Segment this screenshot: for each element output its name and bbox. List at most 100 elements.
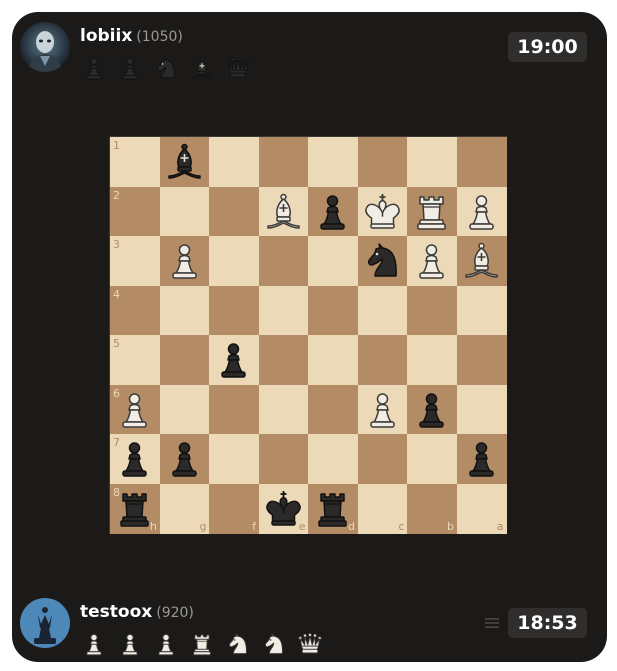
board-square[interactable]: 3 xyxy=(110,236,160,286)
file-label: f xyxy=(252,519,256,533)
top-player-bar: lobiix (1050) 19:00 xyxy=(12,18,607,88)
rank-label: 2 xyxy=(113,188,120,202)
board-square[interactable] xyxy=(456,335,507,385)
board-square[interactable] xyxy=(258,236,309,286)
white-rook-piece[interactable] xyxy=(409,189,454,234)
bottom-player-avatar[interactable] xyxy=(20,598,70,648)
bottom-player-name[interactable]: testoox xyxy=(80,602,152,622)
board-square[interactable] xyxy=(308,285,358,336)
white-king-piece[interactable] xyxy=(360,189,405,234)
game-panel: lobiix (1050) 19:00 12345678hgfedcba tes… xyxy=(12,12,607,662)
white-pawn-piece[interactable] xyxy=(409,238,454,283)
file-label: g xyxy=(199,519,207,533)
board-square[interactable]: f xyxy=(209,483,259,534)
board-square[interactable]: c xyxy=(357,483,408,534)
board-square[interactable] xyxy=(159,335,210,385)
board-square[interactable] xyxy=(209,285,259,336)
board-square[interactable] xyxy=(407,434,457,484)
board-square[interactable] xyxy=(258,434,309,484)
board-square[interactable] xyxy=(357,285,408,336)
captured-black-bishop-icon xyxy=(188,54,216,82)
captured-black-knight-icon xyxy=(152,54,180,82)
top-player-avatar[interactable] xyxy=(20,22,70,72)
board-square[interactable]: a xyxy=(456,483,507,534)
robot-avatar-icon xyxy=(20,22,70,72)
board-square[interactable] xyxy=(308,236,358,286)
black-bishop-piece[interactable] xyxy=(162,139,207,184)
bottom-player-clock: 18:53 xyxy=(508,608,587,638)
rank-label: 3 xyxy=(113,238,120,251)
captured-black-pawn-icon xyxy=(80,54,108,82)
board-square[interactable]: 4 xyxy=(110,285,160,336)
captured-black-queen-icon xyxy=(224,54,252,82)
black-king-piece[interactable] xyxy=(261,486,306,531)
white-pawn-piece[interactable] xyxy=(162,238,207,283)
captured-white-pawn-icon xyxy=(116,630,144,658)
bottom-player-rating: (920) xyxy=(156,605,194,621)
board-square[interactable]: b xyxy=(407,483,457,534)
board-square[interactable] xyxy=(159,285,210,336)
black-rook-piece[interactable] xyxy=(112,486,157,531)
board-square[interactable] xyxy=(258,335,309,385)
black-pawn-piece[interactable] xyxy=(409,387,454,432)
rank-label: 4 xyxy=(113,287,120,301)
bottom-player-captured-pieces xyxy=(80,630,324,658)
captured-white-rook-icon xyxy=(188,630,216,658)
board-square[interactable] xyxy=(357,434,408,484)
board-square[interactable] xyxy=(258,137,309,187)
captured-white-knight-icon xyxy=(224,630,252,658)
board-square[interactable]: 1 xyxy=(110,137,160,187)
white-bishop-piece[interactable] xyxy=(459,238,504,283)
black-knight-piece[interactable] xyxy=(360,238,405,283)
board-square[interactable] xyxy=(407,285,457,336)
board-square[interactable] xyxy=(209,186,259,237)
board-square[interactable] xyxy=(308,384,358,435)
board-square[interactable] xyxy=(308,137,358,187)
top-player-name[interactable]: lobiix xyxy=(80,26,132,46)
rank-label: 5 xyxy=(113,337,120,350)
captured-white-pawn-icon xyxy=(80,630,108,658)
white-pawn-piece[interactable] xyxy=(459,189,504,234)
bottom-player-name-line: testoox (920) xyxy=(80,602,194,623)
top-player-rating: (1050) xyxy=(136,29,183,45)
board-square[interactable] xyxy=(209,434,259,484)
board-square[interactable] xyxy=(159,186,210,237)
file-label: a xyxy=(496,519,504,533)
black-pawn-piece[interactable] xyxy=(162,436,207,481)
board-square[interactable] xyxy=(456,384,507,435)
board-square[interactable] xyxy=(258,285,309,336)
black-pawn-piece[interactable] xyxy=(112,436,157,481)
board-square[interactable] xyxy=(159,384,210,435)
board-square[interactable]: 2 xyxy=(110,186,160,237)
black-pawn-piece[interactable] xyxy=(459,436,504,481)
top-player-captured-pieces xyxy=(80,54,252,82)
black-rook-piece[interactable] xyxy=(310,486,355,531)
board-square[interactable] xyxy=(258,384,309,435)
captured-white-queen-icon xyxy=(296,630,324,658)
black-pawn-piece[interactable] xyxy=(211,337,256,382)
board-square[interactable] xyxy=(308,434,358,484)
board-square[interactable]: g xyxy=(159,483,210,534)
board-square[interactable] xyxy=(407,137,457,187)
bottom-player-bar: testoox (920) 18:53 xyxy=(12,594,607,662)
board-square[interactable] xyxy=(209,137,259,187)
white-bishop-piece[interactable] xyxy=(261,189,306,234)
board-square[interactable] xyxy=(209,236,259,286)
black-pawn-piece[interactable] xyxy=(310,189,355,234)
top-player-clock: 19:00 xyxy=(508,32,587,62)
board-square[interactable] xyxy=(209,384,259,435)
board-square[interactable] xyxy=(308,335,358,385)
board-square[interactable] xyxy=(456,137,507,187)
rank-label: 1 xyxy=(113,139,120,152)
white-pawn-piece[interactable] xyxy=(360,387,405,432)
white-pawn-piece[interactable] xyxy=(112,387,157,432)
board-square[interactable]: 5 xyxy=(110,335,160,385)
board-square[interactable] xyxy=(456,285,507,336)
board-square[interactable] xyxy=(357,335,408,385)
captured-black-pawn-icon xyxy=(116,54,144,82)
board-square[interactable] xyxy=(407,335,457,385)
board-square[interactable] xyxy=(357,137,408,187)
captured-white-pawn-icon xyxy=(152,630,180,658)
chess-board[interactable]: 12345678hgfedcba xyxy=(109,136,507,534)
hamburger-menu-icon[interactable] xyxy=(485,616,499,630)
